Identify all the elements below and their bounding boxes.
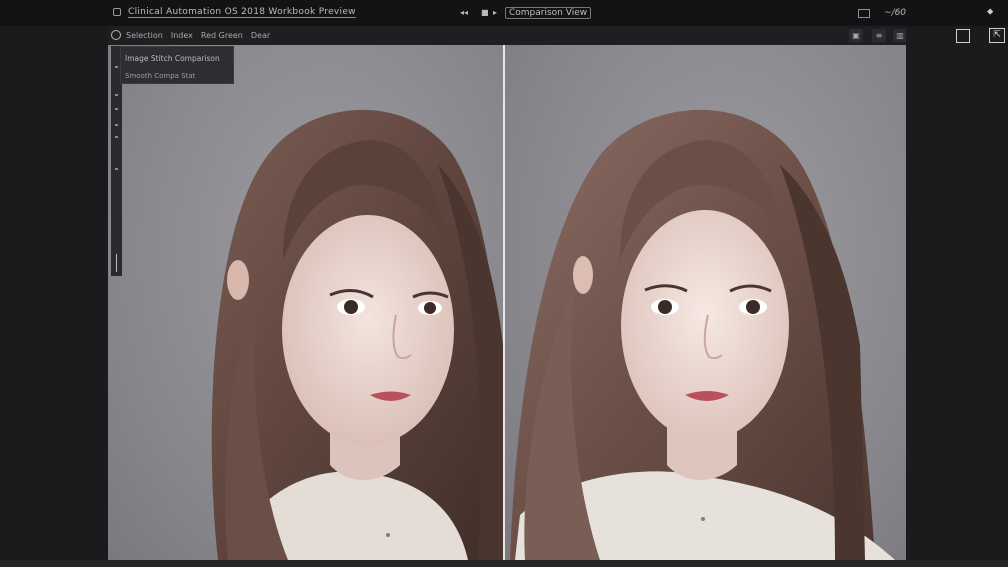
info-overlay: Image Stitch Comparison Smooth Compa Sta… bbox=[120, 46, 234, 84]
tool-dot[interactable] bbox=[115, 124, 118, 126]
stop-button[interactable]: ■ bbox=[481, 8, 489, 17]
menu-item-index[interactable]: Index bbox=[171, 31, 193, 40]
expand-icon[interactable]: ⇱ bbox=[989, 28, 1005, 43]
grid-view-button[interactable]: ▣ bbox=[849, 29, 863, 42]
loading-indicator-icon bbox=[111, 30, 121, 40]
page-indicator: ~/60 bbox=[884, 8, 907, 18]
tool-dot[interactable] bbox=[115, 136, 118, 138]
list-view-button[interactable]: ≡ bbox=[872, 29, 886, 42]
portrait-left-image bbox=[211, 110, 503, 560]
tool-dot[interactable] bbox=[115, 66, 118, 68]
right-image-panel[interactable] bbox=[505, 45, 906, 560]
prev-frame-button[interactable]: ◂◂ bbox=[460, 8, 468, 17]
menu-item-red-green[interactable]: Red Green bbox=[201, 31, 243, 40]
split-view-button[interactable]: ▥ bbox=[893, 29, 907, 42]
rail-grip-handle[interactable] bbox=[116, 254, 117, 272]
viewer-toolbar: Selection Index Red Green Dear ▣ ≡ ▥ bbox=[108, 26, 907, 45]
menu-item-selection[interactable]: Selection bbox=[126, 31, 163, 40]
title-bar: Clinical Automation OS 2018 Workbook Pre… bbox=[0, 0, 1008, 27]
minimize-icon[interactable]: ⬥ bbox=[987, 7, 993, 17]
view-mode-select[interactable]: Comparison View bbox=[505, 7, 592, 19]
right-sidebar: ⇱ bbox=[906, 26, 1008, 567]
left-sidebar bbox=[0, 26, 108, 567]
portrait-right-image bbox=[510, 109, 895, 560]
info-subtitle: Smooth Compa Stat bbox=[125, 72, 196, 80]
app-icon[interactable] bbox=[113, 8, 121, 16]
frame-toggle-icon[interactable] bbox=[956, 29, 970, 43]
toolbar-menu: Selection Index Red Green Dear bbox=[126, 31, 270, 40]
status-bar bbox=[0, 560, 1008, 567]
tool-dot[interactable] bbox=[115, 94, 118, 96]
next-frame-button[interactable]: ▸ bbox=[493, 8, 497, 17]
tool-dot[interactable] bbox=[115, 108, 118, 110]
comparison-canvas[interactable] bbox=[108, 45, 906, 560]
menu-item-dear[interactable]: Dear bbox=[251, 31, 270, 40]
layout-icon[interactable] bbox=[858, 9, 870, 18]
info-title: Image Stitch Comparison bbox=[125, 54, 220, 63]
left-image-panel[interactable] bbox=[108, 45, 503, 560]
tool-dot[interactable] bbox=[115, 168, 118, 170]
window-title: Clinical Automation OS 2018 Workbook Pre… bbox=[128, 7, 356, 18]
